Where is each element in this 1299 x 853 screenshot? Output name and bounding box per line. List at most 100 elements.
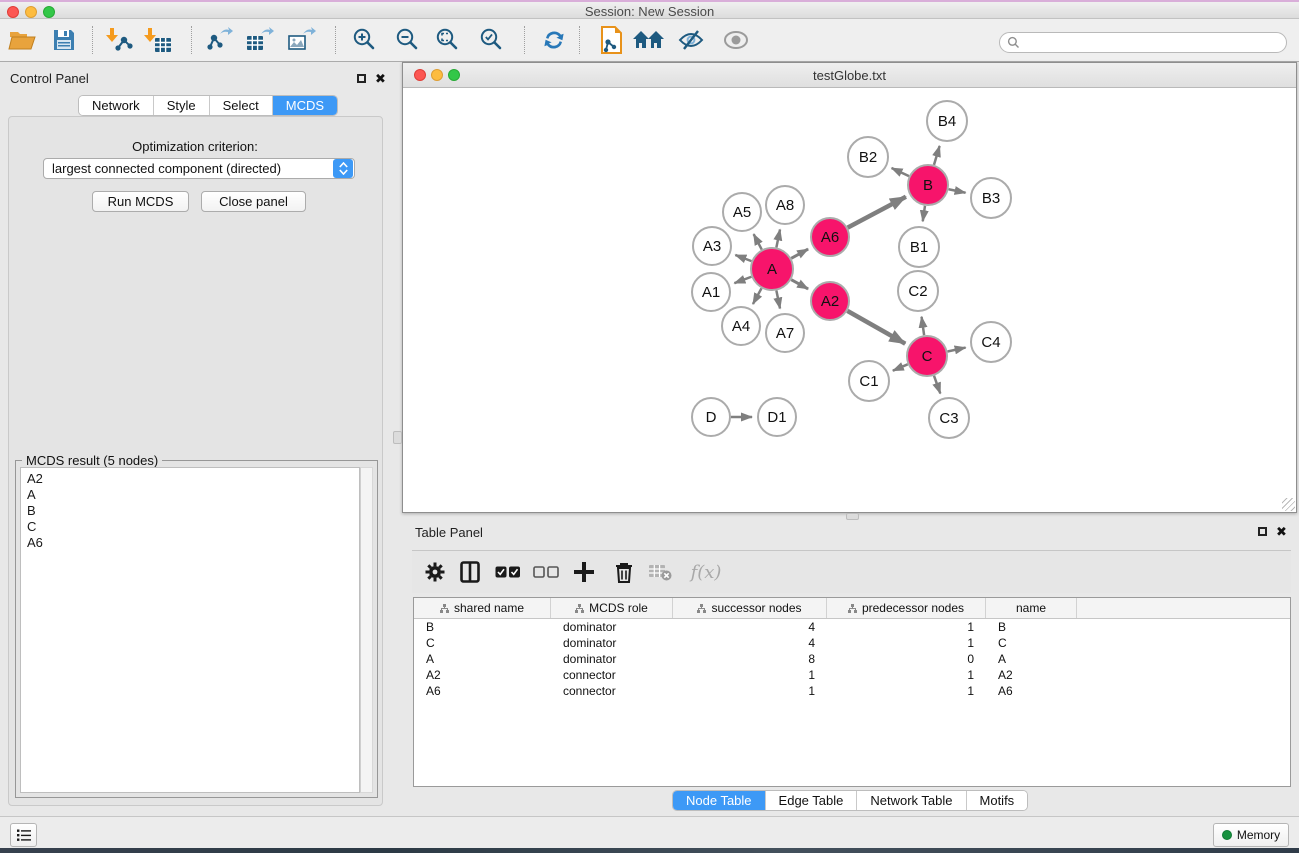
float-panel-icon[interactable] (357, 74, 366, 83)
node-C3[interactable]: C3 (929, 398, 969, 438)
horizontal-splitter-handle[interactable] (846, 513, 859, 520)
node-A[interactable]: A (751, 248, 793, 290)
edge-C-C2[interactable] (922, 317, 925, 335)
add-icon[interactable] (568, 556, 600, 588)
export-image-icon[interactable] (285, 23, 319, 57)
table-row[interactable]: A2connector11A2 (414, 667, 1290, 683)
table-row[interactable]: Bdominator41B (414, 619, 1290, 635)
function-builder-icon[interactable]: f(x) (684, 556, 728, 588)
table-cell[interactable]: 0 (827, 651, 986, 667)
table-cell[interactable]: 4 (673, 635, 827, 651)
insert-column-icon[interactable] (454, 556, 486, 588)
column-header-successor-nodes[interactable]: successor nodes (673, 598, 827, 618)
node-B[interactable]: B (908, 165, 948, 205)
node-B2[interactable]: B2 (848, 137, 888, 177)
node-A6[interactable]: A6 (811, 218, 849, 256)
mcds-result-item[interactable]: B (27, 503, 359, 519)
node-D1[interactable]: D1 (758, 398, 796, 436)
edge-B-B1[interactable] (923, 206, 925, 221)
column-header-shared-name[interactable]: shared name (414, 598, 551, 618)
mcds-result-item[interactable]: A2 (27, 471, 359, 487)
tab-edge-table[interactable]: Edge Table (766, 791, 858, 810)
table-cell[interactable]: 1 (673, 667, 827, 683)
mcds-result-item[interactable]: A (27, 487, 359, 503)
table-cell[interactable]: A2 (414, 667, 551, 683)
node-A7[interactable]: A7 (766, 314, 804, 352)
node-C4[interactable]: C4 (971, 322, 1011, 362)
vertical-splitter-handle[interactable] (393, 431, 402, 444)
task-history-button[interactable] (10, 823, 37, 847)
select-all-columns-icon[interactable] (492, 556, 524, 588)
delete-table-icon[interactable] (644, 556, 676, 588)
column-header-MCDS-role[interactable]: MCDS role (551, 598, 673, 618)
table-cell[interactable]: C (986, 635, 1077, 651)
import-table-icon[interactable] (141, 23, 175, 57)
mcds-result-list[interactable]: A2ABCA6 (20, 467, 360, 793)
column-header-predecessor-nodes[interactable]: predecessor nodes (827, 598, 986, 618)
table-cell[interactable]: B (986, 619, 1077, 635)
delete-icon[interactable] (608, 556, 640, 588)
close-panel-icon[interactable]: ✖ (375, 74, 386, 83)
table-cell[interactable]: A (986, 651, 1077, 667)
mcds-result-item[interactable]: A6 (27, 535, 359, 551)
network-from-selection-icon[interactable] (595, 23, 629, 57)
node-C1[interactable]: C1 (849, 361, 889, 401)
close-panel-button[interactable]: Close panel (201, 191, 306, 212)
edge-A-A6[interactable] (791, 249, 808, 258)
save-session-icon[interactable] (47, 23, 81, 57)
table-cell[interactable]: 1 (827, 619, 986, 635)
table-cell[interactable]: connector (551, 667, 673, 683)
edge-A-A4[interactable] (753, 288, 762, 304)
node-A4[interactable]: A4 (722, 307, 760, 345)
close-table-panel-icon[interactable]: ✖ (1276, 527, 1287, 536)
node-A1[interactable]: A1 (692, 273, 730, 311)
zoom-selected-icon[interactable] (475, 23, 509, 57)
table-cell[interactable]: 1 (827, 635, 986, 651)
apply-layout-icon[interactable] (537, 23, 571, 57)
edge-C-C1[interactable] (893, 364, 908, 370)
table-cell[interactable]: B (414, 619, 551, 635)
zoom-fit-icon[interactable] (431, 23, 465, 57)
network-canvas[interactable]: B4B2BB3A5A8A6A3B1AA1C2A2A4A7C4CC1C3DD1 (403, 88, 1296, 512)
column-header-name[interactable]: name (986, 598, 1077, 618)
node-C2[interactable]: C2 (898, 271, 938, 311)
edge-B-B4[interactable] (934, 146, 940, 165)
node-A3[interactable]: A3 (693, 227, 731, 265)
memory-button[interactable]: Memory (1213, 823, 1289, 847)
node-A2[interactable]: A2 (811, 282, 849, 320)
node-A8[interactable]: A8 (766, 186, 804, 224)
node-A5[interactable]: A5 (723, 193, 761, 231)
tab-node-table[interactable]: Node Table (673, 791, 766, 810)
table-cell[interactable]: 8 (673, 651, 827, 667)
tab-network-table[interactable]: Network Table (857, 791, 966, 810)
table-cell[interactable]: A2 (986, 667, 1077, 683)
table-cell[interactable]: dominator (551, 619, 673, 635)
run-mcds-button[interactable]: Run MCDS (92, 191, 189, 212)
table-cell[interactable]: 1 (827, 683, 986, 699)
tab-style[interactable]: Style (154, 96, 210, 115)
zoom-in-icon[interactable] (348, 23, 382, 57)
edge-A-A8[interactable] (776, 229, 780, 247)
table-cell[interactable]: C (414, 635, 551, 651)
table-cell[interactable]: A (414, 651, 551, 667)
table-row[interactable]: A6connector11A6 (414, 683, 1290, 699)
edge-B-B2[interactable] (892, 168, 909, 176)
edge-A6-B[interactable] (848, 197, 906, 228)
edge-C-C3[interactable] (934, 376, 940, 394)
tab-network[interactable]: Network (79, 96, 154, 115)
edge-A-A3[interactable] (735, 255, 751, 261)
edge-A-A5[interactable] (754, 234, 762, 249)
table-cell[interactable]: 1 (673, 683, 827, 699)
hide-graphics-details-icon[interactable] (674, 23, 708, 57)
optimization-criterion-dropdown[interactable]: largest connected component (directed) (43, 158, 355, 179)
tab-motifs[interactable]: Motifs (967, 791, 1028, 810)
edge-C-C4[interactable] (948, 348, 966, 352)
edge-A-A2[interactable] (791, 280, 808, 289)
table-row[interactable]: Cdominator41C (414, 635, 1290, 651)
open-file-icon[interactable] (5, 23, 39, 57)
node-B1[interactable]: B1 (899, 227, 939, 267)
window-resize-grip[interactable] (1282, 498, 1295, 511)
table-cell[interactable]: connector (551, 683, 673, 699)
table-cell[interactable]: dominator (551, 635, 673, 651)
edge-A-A1[interactable] (734, 277, 751, 283)
